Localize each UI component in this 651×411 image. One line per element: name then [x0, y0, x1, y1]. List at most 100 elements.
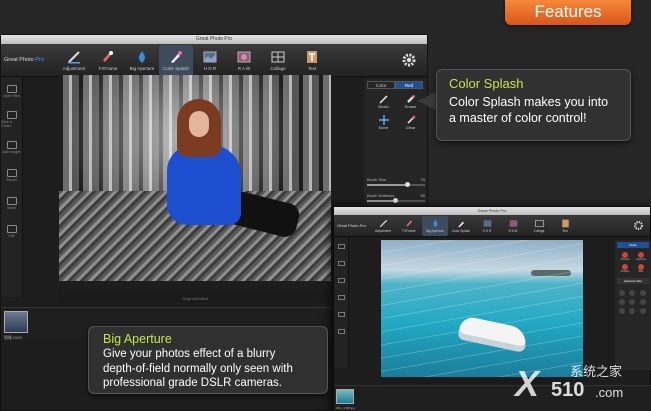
- rail-open-files[interactable]: [334, 238, 348, 255]
- photo-canvas[interactable]: [59, 75, 331, 281]
- rail-save-folder[interactable]: Save a Folder: [1, 105, 22, 133]
- aperture-option[interactable]: [639, 290, 646, 296]
- tool-color-splash[interactable]: Color Splash: [448, 216, 474, 236]
- tool-big-aperture[interactable]: Big Aperture: [422, 215, 448, 236]
- left-rail: Open Files Save a Folder Add Images Expo…: [1, 77, 23, 297]
- move-icon: [378, 115, 389, 125]
- tool-text[interactable]: Text: [295, 45, 329, 76]
- second-toolbar: Great Photo Pro Adjustment FXFrame Big A…: [334, 215, 650, 237]
- tool-label: R A W: [508, 228, 518, 233]
- tool-label: Collage: [533, 228, 545, 233]
- tab-red[interactable]: Red: [395, 81, 423, 89]
- slider-knob[interactable]: [404, 182, 410, 187]
- brush-tools: Brush Eraser Move Clear: [370, 94, 424, 133]
- subject-blue-sweater: [167, 145, 241, 225]
- tool-collage[interactable]: Collage: [261, 45, 295, 76]
- rail-open-files[interactable]: Open Files: [1, 77, 22, 105]
- rail-label: Edit: [8, 233, 15, 238]
- tool-label: Adjustment: [375, 228, 391, 233]
- tool-label: Text: [562, 228, 568, 233]
- rail-export[interactable]: [334, 289, 348, 306]
- brand-logo: Great Photo Pro: [4, 57, 44, 63]
- rail-export[interactable]: Export: [1, 161, 22, 189]
- collage-icon: [534, 219, 544, 227]
- rail-label: Add Images: [2, 149, 21, 154]
- tool-adjustment[interactable]: Adjustment: [57, 45, 91, 76]
- aperture-option[interactable]: [619, 308, 625, 314]
- aperture-size-header: Aperture Size: [617, 278, 649, 284]
- tool-raw[interactable]: R A W: [500, 216, 526, 236]
- slider-track: [367, 182, 425, 187]
- aperture-option[interactable]: [619, 290, 625, 296]
- tab-color[interactable]: Color: [367, 81, 395, 89]
- filmstrip-thumbnail[interactable]: [4, 311, 28, 333]
- move-tool[interactable]: Move: [370, 115, 397, 133]
- tool-text[interactable]: Text: [552, 216, 578, 236]
- callout-body: Color Splash makes you into a master of …: [449, 95, 609, 125]
- gear-icon[interactable]: [401, 52, 417, 68]
- adjustment-icon: [379, 219, 387, 227]
- fxframe-icon: [405, 219, 412, 227]
- slider-track: [367, 198, 425, 203]
- tool-label: Move: [378, 125, 389, 130]
- raw-icon: [237, 51, 251, 62]
- callout-heading: Color Splash: [449, 76, 524, 91]
- brush-size-slider[interactable]: Brush Size 70: [367, 177, 425, 187]
- thumbnail-caption: 图像.DNG: [4, 335, 22, 340]
- color-splash-callout: Color Splash Color Splash makes you into…: [436, 69, 631, 141]
- aperture-option[interactable]: [629, 290, 636, 296]
- filmstrip-thumbnail[interactable]: [336, 389, 354, 404]
- tool-big-aperture[interactable]: Big Aperture: [125, 45, 159, 76]
- canvas-control-bar: Original/Edited: [59, 293, 331, 303]
- subject-face: [189, 111, 209, 137]
- big-aperture-icon: [138, 50, 146, 63]
- aperture-option[interactable]: [629, 308, 636, 314]
- rail-label: Export: [6, 177, 17, 182]
- effect-subject[interactable]: Subject: [618, 264, 632, 274]
- aperture-option[interactable]: [619, 299, 625, 305]
- tool-color-splash[interactable]: Color Splash: [159, 44, 193, 76]
- gear-icon[interactable]: [633, 220, 644, 231]
- rail-add-images[interactable]: [334, 272, 348, 289]
- rail-share[interactable]: [334, 306, 348, 323]
- aperture-option[interactable]: [639, 308, 646, 314]
- brush-tool[interactable]: Brush: [370, 94, 397, 112]
- tool-label: Big Aperture: [129, 65, 155, 71]
- tool-fxframe[interactable]: FXFrame: [396, 216, 422, 236]
- rail-save-folder[interactable]: [334, 255, 348, 272]
- text-icon: [561, 219, 569, 227]
- tool-fxframe[interactable]: FXFrame: [91, 45, 125, 76]
- tool-hdr[interactable]: H D R: [193, 45, 227, 76]
- tool-adjustment[interactable]: Adjustment: [370, 216, 396, 236]
- tool-raw[interactable]: R A W: [227, 45, 261, 76]
- effect-aperture[interactable]: Aperture: [634, 252, 648, 262]
- tool-label: Adjustment: [62, 65, 86, 71]
- tool-hdr[interactable]: H D R: [474, 216, 500, 236]
- slider-knob[interactable]: [393, 198, 398, 203]
- rail-edit[interactable]: [334, 323, 348, 340]
- effect-portrait[interactable]: Portrait: [618, 252, 632, 262]
- site-watermark-logo: X 系统之家 510 .com: [515, 355, 651, 411]
- slider-label: Brush Size: [367, 177, 387, 182]
- rail-edit[interactable]: Edit: [1, 217, 22, 245]
- clear-tool[interactable]: Clear: [397, 115, 424, 133]
- aperture-option[interactable]: [629, 299, 636, 305]
- rail-add-images[interactable]: Add Images: [1, 133, 22, 161]
- main-toolbar: Great Photo Pro Adjustment FXFrame Big A…: [1, 44, 427, 77]
- second-titlebar: Great Photo Pro: [334, 207, 650, 215]
- brush-softness-slider[interactable]: Brush Softness 50: [367, 193, 425, 203]
- aperture-option[interactable]: [639, 299, 646, 305]
- color-splash-icon: [171, 50, 182, 63]
- effect-label: Blur: [638, 270, 644, 273]
- tool-collage[interactable]: Collage: [526, 216, 552, 236]
- big-aperture-icon: [433, 219, 437, 227]
- add-image-icon: [6, 140, 17, 149]
- effect-blur[interactable]: Blur: [634, 264, 648, 274]
- rail-share[interactable]: Share: [1, 189, 22, 217]
- tool-label: H D R: [203, 65, 217, 71]
- compare-toggle[interactable]: Original/Edited: [182, 296, 208, 301]
- adjustment-icon: [68, 50, 80, 63]
- slider-label: Brush Softness: [367, 193, 395, 198]
- edit-icon: [6, 224, 17, 233]
- rail-label: Open Files: [3, 93, 20, 98]
